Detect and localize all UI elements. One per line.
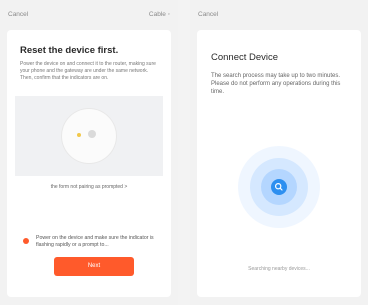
page-title: Reset the device first.: [20, 45, 119, 56]
device-illustration: [15, 96, 163, 176]
connect-description: The search process may take up to two mi…: [211, 73, 341, 95]
device-image: [62, 109, 116, 163]
reset-description: Power the device on and connect it to th…: [20, 61, 156, 81]
cancel-button[interactable]: Cancel: [198, 11, 218, 18]
reset-device-screen: Cancel Cable ◦ Reset the device first. P…: [0, 0, 178, 305]
help-link[interactable]: the form not pairing as prompted >: [7, 184, 171, 190]
device-button-icon: [88, 130, 96, 138]
cancel-button[interactable]: Cancel: [8, 11, 28, 18]
search-status: Searching nearby devices...: [248, 266, 310, 272]
reset-card: Reset the device first. Power the device…: [7, 30, 171, 297]
connect-card: Connect Device The search process may ta…: [197, 30, 361, 297]
cable-option[interactable]: Cable ◦: [149, 11, 170, 18]
confirm-radio[interactable]: [23, 238, 29, 244]
confirm-text: Power on the device and make sure the in…: [36, 235, 154, 248]
next-button[interactable]: Next: [54, 257, 134, 276]
top-bar: Cancel: [198, 8, 360, 22]
page-title: Connect Device: [211, 52, 279, 63]
top-bar: Cancel Cable ◦: [8, 8, 170, 22]
magnifier-glyph: [274, 182, 283, 191]
indicator-light-icon: [77, 133, 81, 137]
search-icon: [271, 179, 287, 195]
connect-device-screen: Cancel Connect Device The search process…: [190, 0, 368, 305]
